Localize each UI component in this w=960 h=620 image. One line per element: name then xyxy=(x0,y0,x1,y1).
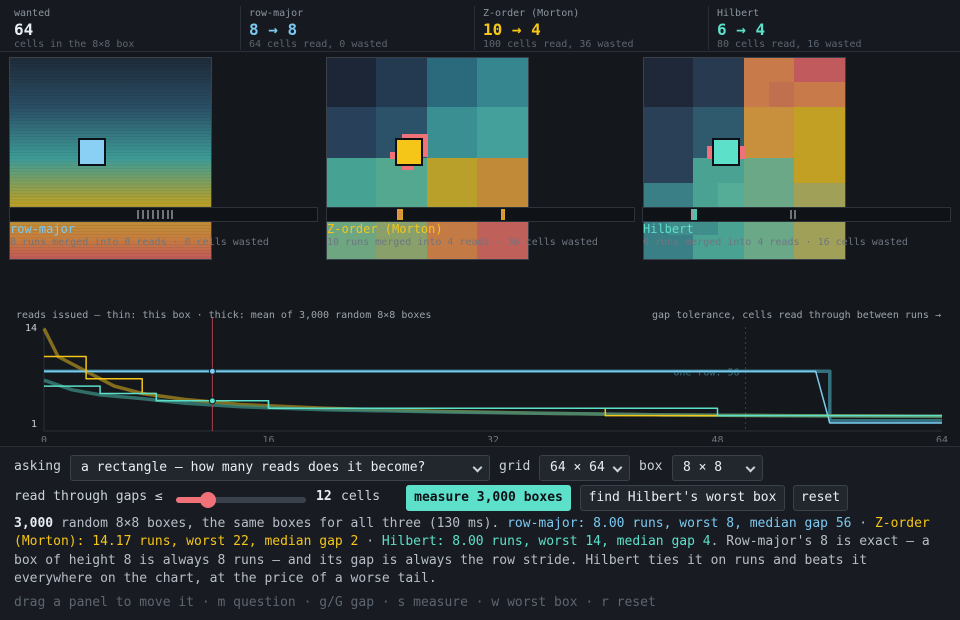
panel-sub-row-major: 8 runs merged into 8 reads · 0 cells was… xyxy=(10,237,269,248)
stat-value: 64 xyxy=(14,20,34,39)
sub-cell xyxy=(477,158,529,209)
sub-cell xyxy=(427,107,477,158)
x-tick-label: 32 xyxy=(487,435,499,442)
sub-cell xyxy=(326,57,376,107)
gap-marker-dot xyxy=(208,397,216,405)
grid-label: grid xyxy=(499,459,531,474)
run-ticks xyxy=(691,209,796,220)
stat-sub: cells in the 8×8 box xyxy=(14,39,135,50)
sub-cell xyxy=(326,107,376,158)
y-tick-label: 14 xyxy=(25,323,37,334)
chart-axes: 1410 16 32 48 64one row: 56 xyxy=(25,323,948,442)
row-major-run-strip xyxy=(9,207,318,222)
controls-panel: asking a rectangle — how many reads does… xyxy=(0,446,960,620)
chart-series xyxy=(42,327,943,424)
stat-sub: 80 cells read, 16 wasted xyxy=(717,39,862,50)
run-ticks xyxy=(137,210,173,219)
stat-sub: 64 cells read, 0 wasted xyxy=(249,39,388,50)
grid-select[interactable]: 64 × 64 xyxy=(539,455,630,481)
summary-hilbert: Hilbert: 8.00 runs, worst 14, median gap… xyxy=(381,534,711,550)
stat-value: 8 → 8 xyxy=(249,20,298,39)
stat-label: wanted xyxy=(14,8,51,19)
panel-sub-z-order: 10 runs merged into 4 reads · 36 cells w… xyxy=(327,237,598,248)
find-worst-button[interactable]: find Hilbert's worst box xyxy=(580,485,785,511)
stat-sub: 100 cells read, 36 wasted xyxy=(483,39,634,50)
series-z_box xyxy=(44,355,942,417)
gap-slider-thumb[interactable] xyxy=(199,492,216,508)
panel-title-row-major: row-major xyxy=(10,222,76,236)
hilbert-run-strip xyxy=(642,207,951,222)
query-box[interactable] xyxy=(78,138,106,166)
chevron-down-icon xyxy=(472,462,483,473)
query-box[interactable] xyxy=(395,138,423,166)
region xyxy=(718,183,744,209)
gap-label: read through gaps ≤ xyxy=(14,489,163,504)
chevron-down-icon xyxy=(612,462,623,473)
z-order-run-strip xyxy=(326,207,635,222)
asking-select-value: a rectangle — how many reads does it bec… xyxy=(81,460,426,475)
summary-count: 3,000 xyxy=(14,516,54,531)
panel-title-hilbert: Hilbert xyxy=(643,222,694,236)
region xyxy=(794,57,846,82)
asking-select[interactable]: a rectangle — how many reads does it bec… xyxy=(70,455,490,481)
summary-row-major: row-major: 8.00 runs, worst 8, median ga… xyxy=(507,516,852,531)
panel-sub-hilbert: 6 runs merged into 4 reads · 16 cells wa… xyxy=(643,237,908,248)
x-tick-label: 64 xyxy=(936,435,948,442)
summary-sep: · xyxy=(851,516,875,531)
box-label: box xyxy=(639,459,663,474)
stat-wanted: wanted 64 cells in the 8×8 box xyxy=(6,6,238,50)
query-box[interactable] xyxy=(712,138,740,166)
stats-bar: wanted 64 cells in the 8×8 box row-major… xyxy=(0,0,960,52)
stat-z-order: Z-order (Morton) 10 → 4 100 cells read, … xyxy=(474,6,706,50)
gap-slider[interactable] xyxy=(176,492,306,508)
grid-select-value: 64 × 64 xyxy=(550,460,605,475)
results-summary: 3,000 random 8×8 boxes, the same boxes f… xyxy=(14,515,944,589)
keyboard-hint: drag a panel to move it · m question · g… xyxy=(14,595,656,610)
measure-button[interactable]: measure 3,000 boxes xyxy=(406,485,571,511)
panel-title-z-order: Z-order (Morton) xyxy=(327,222,443,236)
stat-value: 10 → 4 xyxy=(483,20,541,39)
x-tick-label: 0 xyxy=(41,435,47,442)
region xyxy=(643,107,693,183)
sub-cell xyxy=(427,158,477,209)
run-ticks xyxy=(397,209,505,220)
chevron-down-icon xyxy=(745,462,756,473)
sub-cell xyxy=(326,158,376,209)
reads-chart[interactable]: 1410 16 32 48 64one row: 56 xyxy=(0,318,960,442)
y-tick-label: 1 xyxy=(31,419,37,430)
region xyxy=(794,107,846,183)
sub-cell xyxy=(477,57,529,107)
sub-cell xyxy=(376,57,427,107)
chart-markers xyxy=(208,318,216,431)
box-select[interactable]: 8 × 8 xyxy=(672,455,763,481)
x-tick-label: 48 xyxy=(711,435,723,442)
sub-cell xyxy=(477,107,529,158)
box-select-value: 8 × 8 xyxy=(683,460,723,475)
region xyxy=(744,107,794,158)
stat-hilbert: Hilbert 6 → 4 80 cells read, 16 wasted xyxy=(708,6,948,50)
sub-cell xyxy=(427,57,477,107)
stat-value: 6 → 4 xyxy=(717,20,766,39)
region xyxy=(769,82,794,107)
asking-label: asking xyxy=(14,459,61,474)
summary-sep: · xyxy=(358,534,382,550)
x-tick-label: 16 xyxy=(262,435,274,442)
gap-value: 12 xyxy=(316,489,332,504)
reset-button[interactable]: reset xyxy=(793,485,848,511)
stat-row-major: row-major 8 → 8 64 cells read, 0 wasted xyxy=(240,6,472,50)
summary-intro: random 8×8 boxes, the same boxes for all… xyxy=(53,516,508,531)
gap-unit: cells xyxy=(341,489,381,504)
gap-marker-dot xyxy=(208,367,216,375)
